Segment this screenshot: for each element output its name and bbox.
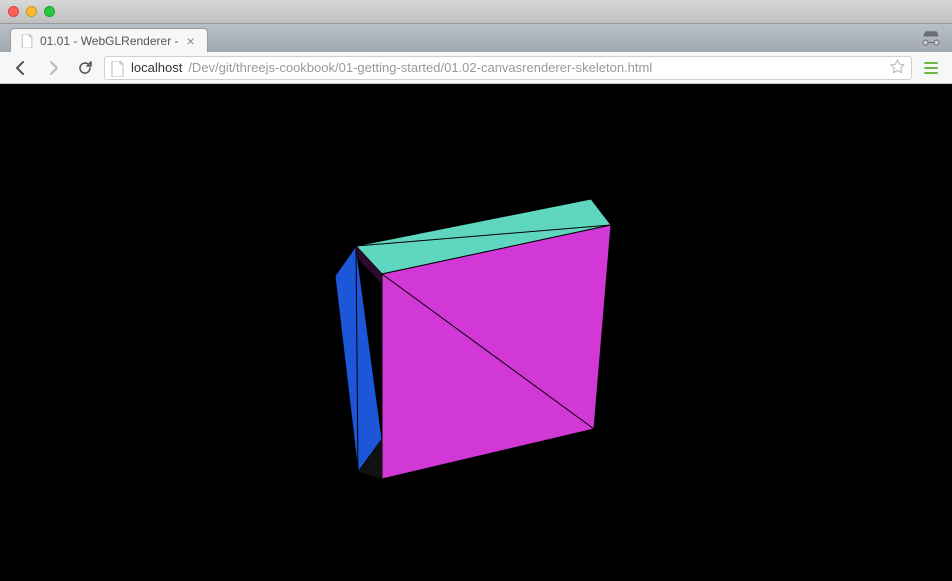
- window-close-button[interactable]: [8, 6, 19, 17]
- tab-strip: 01.01 - WebGLRenderer - ×: [0, 24, 952, 52]
- forward-button[interactable]: [40, 56, 66, 80]
- window-minimize-button[interactable]: [26, 6, 37, 17]
- hamburger-menu-button[interactable]: [918, 56, 944, 80]
- rendered-cube: [0, 84, 952, 581]
- tab-close-button[interactable]: ×: [185, 34, 197, 48]
- tab-title: 01.01 - WebGLRenderer -: [40, 34, 179, 48]
- incognito-icon: [920, 27, 942, 49]
- url-host: localhost: [131, 60, 182, 75]
- bookmark-star-icon[interactable]: [890, 59, 905, 77]
- reload-button[interactable]: [72, 56, 98, 80]
- url-path: /Dev/git/threejs-cookbook/01-getting-sta…: [188, 60, 652, 75]
- file-icon: [21, 34, 34, 48]
- page-icon: [111, 61, 125, 75]
- browser-toolbar: localhost/Dev/git/threejs-cookbook/01-ge…: [0, 52, 952, 84]
- back-button[interactable]: [8, 56, 34, 80]
- window-titlebar: [0, 0, 952, 24]
- traffic-lights: [8, 6, 55, 17]
- browser-tab[interactable]: 01.01 - WebGLRenderer - ×: [10, 28, 208, 52]
- hamburger-icon: [924, 62, 938, 74]
- address-bar[interactable]: localhost/Dev/git/threejs-cookbook/01-ge…: [104, 56, 912, 80]
- window-maximize-button[interactable]: [44, 6, 55, 17]
- webgl-viewport[interactable]: [0, 84, 952, 581]
